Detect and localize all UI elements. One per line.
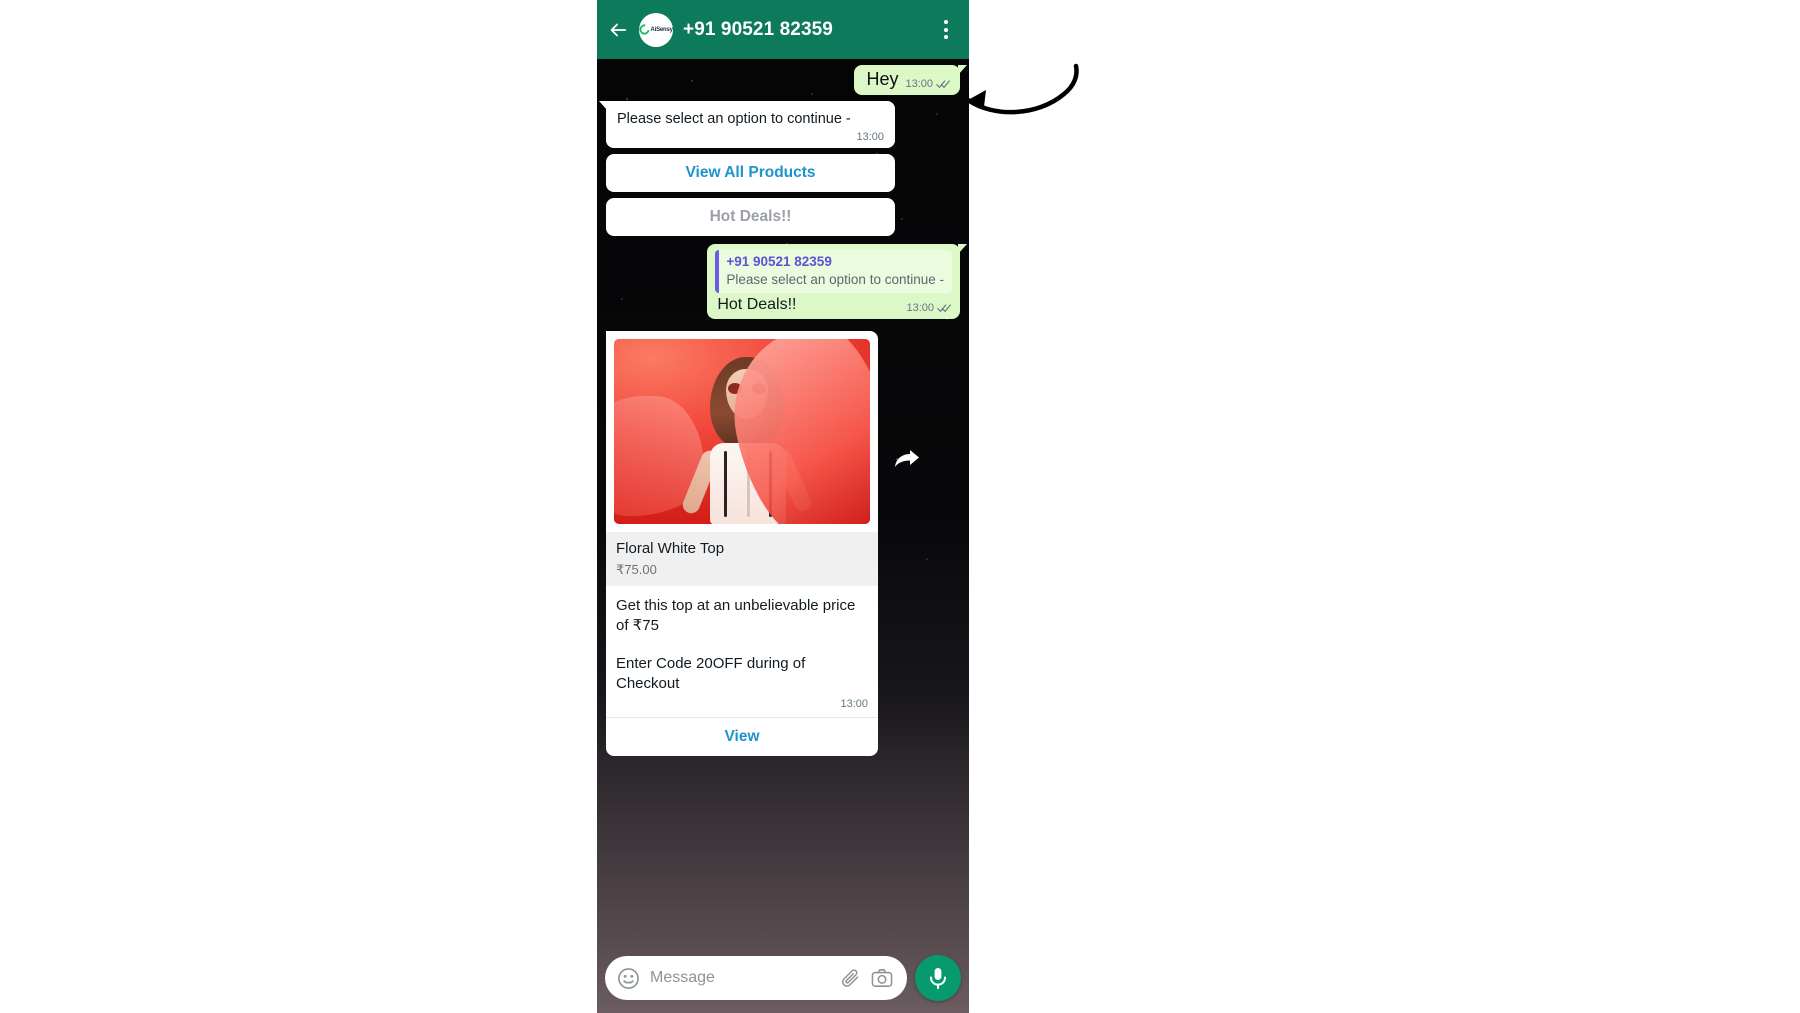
chat-message-list[interactable]: Hey 13:00 Please select an option to con… bbox=[597, 59, 969, 1013]
message-time: 13:00 bbox=[906, 302, 934, 315]
message-meta: 13:00 bbox=[906, 302, 952, 314]
read-receipt-icon bbox=[937, 304, 951, 312]
forward-arrow-icon[interactable] bbox=[894, 449, 920, 471]
product-title: Floral White Top bbox=[616, 540, 725, 558]
message-bubble-outgoing[interactable]: Hey 13:00 bbox=[854, 65, 967, 95]
option-button-view-all-products[interactable]: View All Products bbox=[606, 153, 895, 192]
message-bubble-outgoing-reply[interactable]: +91 90521 82359 Please select an option … bbox=[707, 243, 967, 320]
message-composer: Message bbox=[597, 951, 969, 1013]
message-input-container[interactable]: Message bbox=[605, 956, 907, 1000]
chat-header: AiSensy +91 90521 82359 bbox=[597, 0, 969, 59]
quoted-message[interactable]: +91 90521 82359 Please select an option … bbox=[715, 249, 952, 294]
message-row: Hey 13:00 bbox=[606, 65, 967, 95]
paperclip-icon[interactable] bbox=[840, 968, 861, 989]
product-image bbox=[614, 339, 870, 525]
message-text: Hot Deals!! bbox=[717, 296, 797, 314]
voice-record-button[interactable] bbox=[915, 955, 961, 1001]
product-description: Get this top at an unbelievable price of… bbox=[606, 586, 878, 694]
contact-name[interactable]: +91 90521 82359 bbox=[683, 19, 925, 41]
product-summary: Floral White Top ₹75.00 bbox=[606, 532, 878, 587]
read-receipt-icon bbox=[936, 80, 950, 88]
emoji-smiley-icon[interactable] bbox=[617, 967, 640, 990]
quoted-author: +91 90521 82359 bbox=[726, 253, 832, 269]
curved-pointer-arrow bbox=[965, 63, 1079, 115]
phone-screen: AiSensy +91 90521 82359 Hey 13:00 Please… bbox=[597, 0, 969, 1013]
description-line-2: Enter Code 20OFF during of Checkout bbox=[616, 654, 806, 692]
brand-mark-icon bbox=[639, 22, 652, 37]
message-bubble-incoming[interactable]: Please select an option to continue - 13… bbox=[599, 100, 895, 148]
message-time: 13:00 bbox=[905, 77, 933, 90]
camera-icon[interactable] bbox=[871, 968, 893, 988]
description-line-1: Get this top at an unbelievable price of… bbox=[616, 597, 856, 634]
message-row: Floral White Top ₹75.00 Get this top at … bbox=[606, 331, 960, 756]
message-time: 13:00 bbox=[856, 130, 884, 143]
product-price: ₹75.00 bbox=[616, 562, 657, 578]
avatar[interactable]: AiSensy bbox=[639, 12, 673, 47]
message-text: Please select an option to continue - bbox=[617, 110, 851, 127]
view-product-button[interactable]: View bbox=[606, 718, 878, 756]
avatar-brand-label: AiSensy bbox=[650, 26, 673, 33]
message-time: 13:00 bbox=[840, 697, 868, 710]
back-arrow-icon[interactable] bbox=[607, 19, 629, 41]
message-text: Hey bbox=[866, 69, 899, 89]
message-row: Please select an option to continue - 13… bbox=[599, 100, 960, 236]
product-card[interactable]: Floral White Top ₹75.00 Get this top at … bbox=[606, 331, 878, 756]
microphone-icon bbox=[930, 968, 946, 989]
message-row: +91 90521 82359 Please select an option … bbox=[606, 243, 967, 320]
kebab-menu-icon[interactable] bbox=[935, 20, 957, 39]
quoted-text: Please select an option to continue - bbox=[726, 271, 944, 287]
option-button-hot-deals[interactable]: Hot Deals!! bbox=[606, 197, 895, 236]
message-input[interactable]: Message bbox=[650, 969, 830, 987]
message-meta: 13:00 bbox=[905, 78, 951, 90]
screenshot-root: AiSensy +91 90521 82359 Hey 13:00 Please… bbox=[0, 0, 1800, 1013]
